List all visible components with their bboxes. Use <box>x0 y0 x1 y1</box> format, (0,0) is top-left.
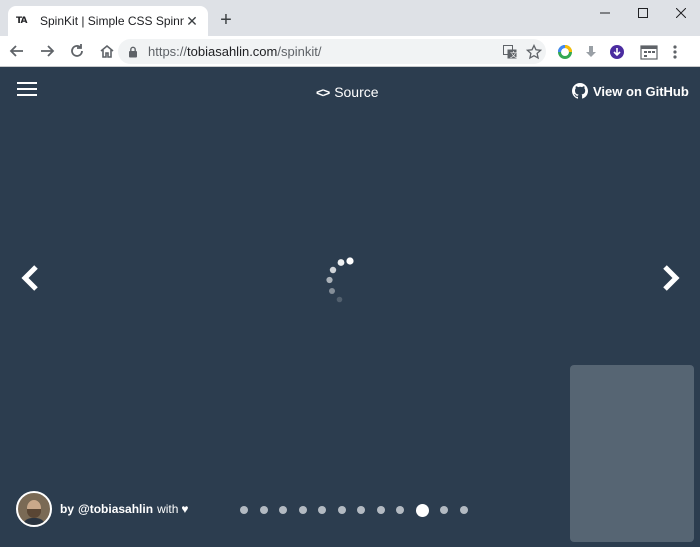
pager-dot[interactable] <box>318 506 326 514</box>
pager-dot[interactable] <box>279 506 287 514</box>
address-bar[interactable]: https://tobiasahlin.com/spinkit/ 文 <box>118 39 546 64</box>
home-icon[interactable] <box>94 38 120 64</box>
extensions-area <box>552 39 688 65</box>
svg-text:文: 文 <box>510 50 517 59</box>
author-handle-link[interactable]: @tobiasahlin <box>78 502 153 516</box>
pager-dot[interactable] <box>298 506 307 514</box>
bookmark-star-icon[interactable] <box>522 40 546 64</box>
browser-tab[interactable]: TA SpinKit | Simple CSS Spinners ✕ <box>8 6 208 36</box>
previous-chevron-icon[interactable] <box>19 264 41 292</box>
browser-tab-bar: TA SpinKit | Simple CSS Spinners ✕ + <box>0 0 700 36</box>
forward-arrow-icon[interactable] <box>34 38 60 64</box>
lock-icon[interactable] <box>128 45 140 59</box>
pager-dot[interactable] <box>357 506 365 514</box>
overlay-panel <box>570 365 694 542</box>
hamburger-bar <box>17 88 37 90</box>
author-credit: by @tobiasahlin with ♥ <box>16 491 189 527</box>
github-icon <box>572 83 588 99</box>
url-path: /spinkit/ <box>277 44 322 59</box>
spinner-pager <box>240 503 479 517</box>
hamburger-bar <box>17 94 37 96</box>
spinner-dot <box>336 296 343 303</box>
pager-dot[interactable] <box>396 506 404 514</box>
calendar-extension-icon[interactable] <box>636 39 662 65</box>
code-brackets-icon: <> <box>316 84 330 100</box>
download-circle-extension-icon[interactable] <box>604 39 630 65</box>
url-prefix: https:// <box>148 44 188 59</box>
more-menu-icon[interactable] <box>662 39 688 65</box>
heart-icon: ♥ <box>181 502 189 516</box>
tab-title: SpinKit | Simple CSS Spinners <box>40 14 184 28</box>
avatar[interactable] <box>16 491 52 527</box>
window-controls <box>586 0 700 26</box>
spinner-dot <box>346 257 354 265</box>
spinner-dot <box>337 259 345 266</box>
fading-circle-spinner <box>326 257 354 303</box>
url-text: https://tobiasahlin.com/spinkit/ <box>148 44 498 59</box>
reload-icon[interactable] <box>64 38 90 64</box>
back-arrow-icon[interactable] <box>4 38 30 64</box>
pager-dot[interactable] <box>259 506 268 514</box>
close-window-icon[interactable] <box>662 0 700 26</box>
pager-dot[interactable] <box>376 506 385 514</box>
by-label: by <box>60 502 75 516</box>
source-link[interactable]: <> Source <box>316 84 379 100</box>
colorful-ring-extension-icon[interactable] <box>552 39 578 65</box>
new-tab-plus-icon[interactable]: + <box>216 10 236 31</box>
pager-dot-active[interactable] <box>415 503 429 517</box>
spinner-dot <box>329 288 335 294</box>
close-tab-icon[interactable]: ✕ <box>184 13 200 29</box>
download-arrow-extension-icon[interactable] <box>578 39 604 65</box>
pager-dot[interactable] <box>459 506 468 514</box>
translate-icon[interactable]: 文 <box>498 40 522 64</box>
maximize-icon[interactable] <box>624 0 662 26</box>
next-chevron-icon[interactable] <box>660 264 682 292</box>
pager-dot[interactable] <box>240 506 248 514</box>
browser-toolbar: https://tobiasahlin.com/spinkit/ 文 <box>0 36 700 67</box>
tobias-ahlin-favicon-icon: TA <box>16 16 27 26</box>
spinkit-page: <> Source View on GitHub by @tobiasahlin… <box>0 67 700 547</box>
spinner-dot <box>326 276 333 284</box>
spinner-dot <box>329 266 337 274</box>
url-host: tobiasahlin.com <box>187 44 278 59</box>
github-label: View on GitHub <box>593 83 689 99</box>
hamburger-bar <box>17 82 37 84</box>
source-label: Source <box>334 84 379 100</box>
view-on-github-link[interactable]: View on GitHub <box>572 83 689 99</box>
minimize-icon[interactable] <box>586 0 624 26</box>
pager-dot[interactable] <box>337 506 346 514</box>
pager-dot[interactable] <box>440 506 448 514</box>
with-label: with <box>157 502 179 516</box>
hamburger-menu-icon[interactable] <box>17 82 37 96</box>
